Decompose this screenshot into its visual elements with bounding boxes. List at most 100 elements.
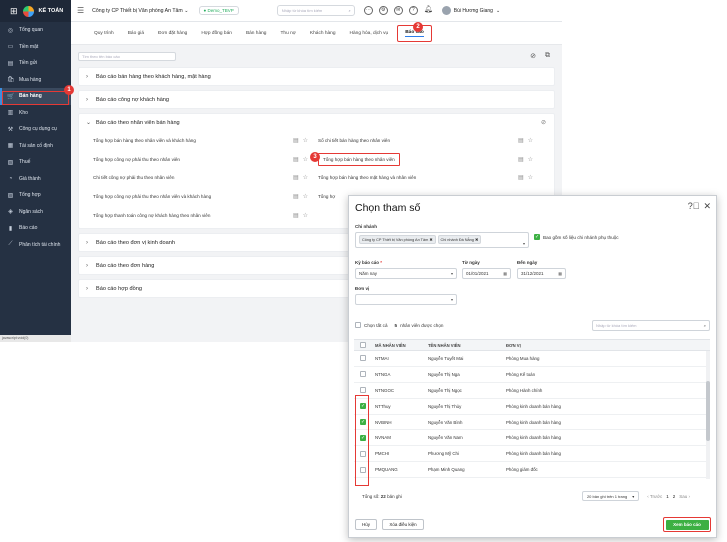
more-icon[interactable]: ⋯ bbox=[363, 6, 373, 15]
tab[interactable]: Báo giá bbox=[121, 22, 151, 45]
sidebar-item[interactable]: ▧ Thuế bbox=[0, 154, 71, 171]
row-checkbox[interactable] bbox=[360, 387, 366, 394]
table-row[interactable]: PMQUANG Phạm Minh Quang Phòng giám đốc bbox=[354, 462, 710, 479]
next-page-button[interactable]: Sau › bbox=[679, 494, 690, 499]
to-date-input[interactable]: 31/12/2021 ▦ bbox=[517, 268, 566, 279]
branch-chip[interactable]: Chi nhánh Đà Nẵng ✖ bbox=[437, 235, 482, 244]
gear-icon[interactable]: ⚙ bbox=[378, 6, 388, 15]
sidebar-item[interactable]: ◎ Tổng quan bbox=[0, 22, 71, 39]
sidebar-item[interactable]: ▮ Báo cáo bbox=[0, 220, 71, 237]
report-name[interactable]: Sổ chi tiết bán hàng theo nhân viên bbox=[318, 138, 390, 143]
tab[interactable]: Đơn đặt hàng bbox=[151, 22, 194, 45]
tab[interactable]: Thu nợ bbox=[273, 22, 302, 45]
remove-chip-icon[interactable]: ✖ bbox=[429, 238, 432, 242]
star-icon[interactable]: ☆ bbox=[303, 156, 308, 163]
view-report-button[interactable]: Xem báo cáo bbox=[665, 519, 709, 530]
user-menu[interactable]: Bùi Hương Giang ⌄ bbox=[441, 6, 500, 15]
page-2-button[interactable]: 2 bbox=[673, 494, 676, 499]
page-size-select[interactable]: 20 bản ghi trên 1 trang ▾ bbox=[581, 491, 640, 501]
help-icon[interactable]: ? bbox=[408, 6, 418, 15]
column-header-code[interactable]: MÃ NHÂN VIÊN bbox=[372, 343, 428, 348]
select-all-checkbox[interactable] bbox=[355, 322, 361, 328]
star-icon[interactable]: ☆ bbox=[303, 193, 308, 200]
table-row[interactable]: NVNAM Nguyễn Văn Nam Phòng kinh doanh bán … bbox=[354, 430, 710, 447]
report-icon[interactable]: ▤ bbox=[293, 193, 299, 200]
table-row[interactable]: PMCHI Phương Mỹ Chi Phòng kinh doanh bán h… bbox=[354, 446, 710, 463]
prev-page-button[interactable]: ‹ Trước bbox=[647, 494, 662, 499]
star-icon[interactable]: ☆ bbox=[528, 137, 533, 144]
report-name[interactable]: Tổng hợp công nợ phải thu theo nhân viên… bbox=[93, 194, 211, 199]
report-group[interactable]: › Báo cáo bán hàng theo khách hàng, mặt h… bbox=[78, 67, 555, 86]
branch-chip[interactable]: Công ty CP Thiết bị Văn phòng An Tâm ✖ bbox=[359, 235, 436, 244]
sidebar-item[interactable]: ▨ Tổng hợp bbox=[0, 187, 71, 204]
table-scrollbar[interactable] bbox=[706, 351, 710, 479]
report-group[interactable]: › Báo cáo công nợ khách hàng bbox=[78, 90, 555, 109]
sidebar-item[interactable]: ⚒ Công cụ dụng cụ bbox=[0, 121, 71, 138]
tab[interactable]: Hợp đồng bán bbox=[194, 22, 239, 45]
environment-badge[interactable]: ● Demo_TBVP bbox=[198, 6, 239, 15]
apps-grid-icon[interactable]: ⊞ bbox=[10, 6, 18, 17]
unit-select[interactable]: ▾ bbox=[355, 294, 457, 305]
sidebar-item[interactable]: ▥ Kho bbox=[0, 105, 71, 122]
report-name[interactable]: Chi tiết công nợ phải thu theo nhân viên bbox=[93, 175, 174, 180]
report-item[interactable]: Tổng hợp thanh toán công nợ khách hàng t… bbox=[93, 206, 318, 225]
period-select[interactable]: Năm nay ▾ bbox=[355, 268, 457, 279]
report-item[interactable]: Sổ chi tiết bán hàng theo nhân viên ▤ ☆ bbox=[318, 131, 543, 150]
include-dependent-option[interactable]: Bao gồm số liệu chi nhánh phụ thuộc bbox=[534, 234, 619, 240]
employee-search-input[interactable]: Nhập từ khóa tìm kiếm ⌕ bbox=[592, 320, 710, 331]
tab[interactable]: Quy trình bbox=[87, 22, 121, 45]
report-item[interactable]: Tổng hợp bán hàng theo mặt hàng và nhân … bbox=[318, 168, 543, 187]
report-item[interactable]: Tổng hợp bán hàng theo nhân viên và khác… bbox=[93, 131, 318, 150]
group-header[interactable]: ⌄ Báo cáo theo nhân viên bán hàng ⊘ bbox=[79, 114, 554, 131]
report-name[interactable]: Tổng hợp thanh toán công nợ khách hàng t… bbox=[93, 213, 210, 218]
row-checkbox[interactable] bbox=[360, 371, 366, 378]
cancel-button[interactable]: Hủy bbox=[355, 519, 377, 530]
report-icon[interactable]: ▤ bbox=[293, 137, 299, 144]
branch-multiselect[interactable]: Công ty CP Thiết bị Văn phòng An Tâm ✖ C… bbox=[355, 232, 529, 248]
report-name[interactable]: Tổng hợp công nợ phải thu theo nhân viên bbox=[93, 157, 180, 162]
column-header-name[interactable]: TÊN NHÂN VIÊN bbox=[428, 343, 506, 348]
report-icon[interactable]: ▤ bbox=[293, 156, 299, 163]
table-row[interactable]: NTNGA Nguyễn Thị Nga Phòng Kế toán bbox=[354, 367, 710, 383]
star-icon[interactable]: ☆ bbox=[303, 174, 308, 181]
report-icon[interactable]: ▤ bbox=[518, 156, 524, 163]
star-icon[interactable]: ☆ bbox=[303, 212, 308, 219]
calendar-icon[interactable]: ▦ bbox=[558, 271, 562, 276]
sidebar-item[interactable]: ◈ Ngân sách bbox=[0, 204, 71, 221]
hamburger-icon[interactable]: ☰ bbox=[77, 6, 84, 15]
report-icon[interactable]: ▤ bbox=[518, 137, 524, 144]
table-row[interactable]: NVBINH Nguyễn Văn Bình Phòng kinh doanh bá… bbox=[354, 415, 710, 431]
chat-icon[interactable]: ✉ bbox=[393, 6, 403, 15]
report-icon[interactable]: ▤ bbox=[518, 174, 524, 181]
report-item[interactable]: Tổng hợp công nợ phải thu theo nhân viên… bbox=[93, 187, 318, 206]
sidebar-item[interactable]: ⟋ Phân tích tài chính bbox=[0, 237, 71, 254]
close-icon[interactable]: ✕ bbox=[703, 201, 711, 212]
report-item[interactable]: Tổng hợp bán hàng theo nhân viên ▤ ☆ bbox=[318, 150, 543, 169]
table-row[interactable]: NTMAI Nguyễn Tuyết Mai Phòng Mua hàng bbox=[354, 351, 710, 367]
bell-icon[interactable]: 🔔︎ bbox=[424, 6, 433, 15]
include-dependent-checkbox[interactable] bbox=[534, 234, 540, 240]
table-row[interactable]: NTThuy Nguyễn Thị Thủy Phòng kinh doanh bá… bbox=[354, 399, 710, 415]
clear-conditions-button[interactable]: Xóa điều kiện bbox=[382, 519, 424, 530]
star-icon[interactable]: ☆ bbox=[303, 137, 308, 144]
report-name[interactable]: Tổng hợp bán hàng theo nhân viên và khác… bbox=[93, 138, 196, 143]
table-row[interactable]: PMTUANPhạm Minh TuấnPhòng kinh doanh bán… bbox=[354, 478, 710, 479]
remove-chip-icon[interactable]: ✖ bbox=[475, 238, 478, 242]
tab[interactable]: Bán hàng bbox=[239, 22, 274, 45]
tab[interactable]: Khách hàng bbox=[303, 22, 343, 45]
star-icon[interactable]: ☆ bbox=[528, 156, 533, 163]
report-item[interactable]: Chi tiết công nợ phải thu theo nhân viên… bbox=[93, 168, 318, 187]
report-name[interactable]: Tổng hợp bán hàng theo mặt hàng và nhân … bbox=[318, 175, 416, 180]
report-item[interactable]: Tổng hợp công nợ phải thu theo nhân viên… bbox=[93, 150, 318, 169]
report-icon[interactable]: ▤ bbox=[293, 174, 299, 181]
star-icon[interactable]: ☆ bbox=[528, 174, 533, 181]
collapse-icon[interactable]: ⧉ bbox=[545, 52, 550, 60]
scrollbar-thumb[interactable] bbox=[706, 381, 710, 441]
global-search-input[interactable]: Nhập từ khóa tìm kiếm ⌕ bbox=[276, 5, 355, 16]
sidebar-item[interactable]: ▤ Tiền gửi bbox=[0, 55, 71, 72]
sidebar-item[interactable]: ◔ Giá thành bbox=[0, 171, 71, 188]
hide-icon[interactable]: ⊘ bbox=[530, 52, 536, 60]
sidebar-item[interactable]: ▭ Tiền mặt bbox=[0, 39, 71, 56]
column-header-unit[interactable]: ĐƠN VỊ bbox=[506, 343, 710, 348]
report-icon[interactable]: ▤ bbox=[293, 212, 299, 219]
